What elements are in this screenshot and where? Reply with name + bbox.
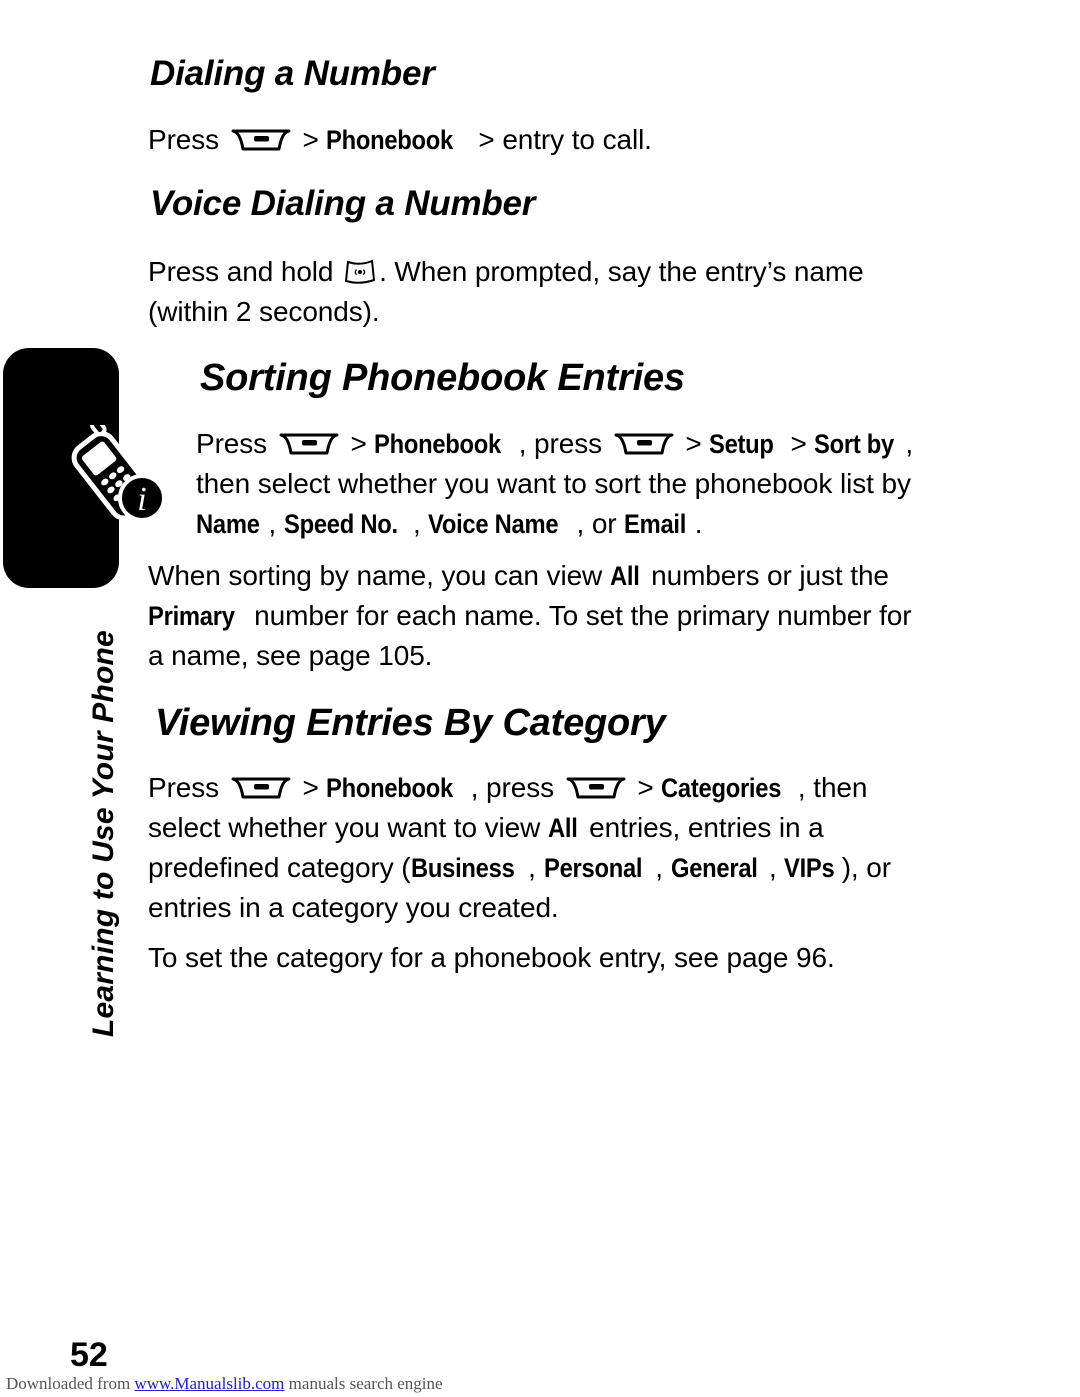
text-run: >: [677, 428, 710, 459]
manualslib-link[interactable]: www.Manualslib.com: [134, 1374, 284, 1393]
text-run: ,: [528, 852, 544, 883]
text-run: , press: [518, 428, 610, 459]
menu-key-icon: [613, 431, 675, 457]
text-run: >: [342, 428, 375, 459]
menu-key-icon: [278, 431, 340, 457]
ui-label-all: All: [547, 813, 578, 843]
ui-label-name: Name: [196, 509, 260, 539]
text-run: >: [294, 124, 327, 155]
text-run: ,: [655, 852, 671, 883]
page-number: 52: [70, 1336, 108, 1374]
ui-label-vips: VIPs: [784, 853, 835, 883]
heading-sorting-phonebook-entries: Sorting Phonebook Entries: [200, 357, 685, 399]
menu-key-icon: [565, 775, 627, 801]
text-run: >: [294, 772, 327, 803]
text-run: Press: [148, 124, 227, 155]
text-run: ,: [268, 508, 284, 539]
text-run: >: [629, 772, 662, 803]
ui-label-sort-by: Sort by: [814, 429, 895, 459]
ui-label-speed-no: Speed No.: [283, 509, 398, 539]
phone-info-icon: i: [62, 425, 172, 525]
heading-viewing-entries-by-category: Viewing Entries By Category: [155, 702, 666, 744]
ui-label-general: General: [670, 853, 758, 883]
ui-label-voice-name: Voice Name: [428, 509, 559, 539]
paragraph-viewing: Press > Phonebook, press > Categories, t…: [148, 768, 938, 928]
text-run: ,: [769, 852, 785, 883]
manual-page: i Learning to Use Your Phone Dialing a N…: [0, 0, 1080, 1397]
text-run: numbers or just the: [643, 560, 889, 591]
ui-label-email: Email: [624, 509, 687, 539]
ui-label-personal: Personal: [543, 853, 643, 883]
text-run: When sorting by name, you can view: [148, 560, 610, 591]
text-run: number for each name. To set the primary…: [148, 600, 912, 671]
text-run: .: [694, 508, 703, 539]
svg-text:i: i: [137, 481, 146, 518]
text-run: Press: [148, 772, 227, 803]
text-run: , press: [470, 772, 562, 803]
paragraph-sorting: Press > Phonebook , press > Setup > Sort …: [196, 424, 936, 544]
paragraph-voice-dialing: Press and hold . When prompted, say the …: [148, 252, 938, 332]
footer-pre-text: Downloaded from: [6, 1374, 135, 1393]
voice-key-icon: [343, 258, 377, 286]
paragraph-dialing: Press > Phonebook > entry to call.: [148, 120, 948, 160]
ui-label-phonebook: Phonebook: [326, 125, 454, 155]
text-run: >: [782, 428, 815, 459]
ui-label-all: All: [609, 561, 640, 591]
text-run: > entry to call.: [470, 124, 652, 155]
menu-key-icon: [230, 775, 292, 801]
text-run: Press and hold: [148, 256, 342, 287]
text-run: , or: [576, 508, 625, 539]
ui-label-setup: Setup: [709, 429, 775, 459]
ui-label-business: Business: [410, 853, 515, 883]
ui-label-phonebook: Phonebook: [326, 773, 454, 803]
menu-key-icon: [230, 127, 292, 153]
footer-post-text: manuals search engine: [284, 1374, 443, 1393]
footer: Downloaded from www.Manualslib.com manua…: [6, 1374, 443, 1394]
text-run: ,: [413, 508, 429, 539]
heading-dialing-a-number: Dialing a Number: [150, 54, 435, 93]
ui-label-primary: Primary: [148, 601, 235, 631]
heading-voice-dialing-a-number: Voice Dialing a Number: [150, 184, 536, 223]
text-run: Press: [196, 428, 275, 459]
paragraph-sorting-primary: When sorting by name, you can view All n…: [148, 556, 918, 676]
ui-label-phonebook: Phonebook: [374, 429, 502, 459]
paragraph-viewing-category-ref: To set the category for a phonebook entr…: [148, 942, 835, 973]
ui-label-categories: Categories: [661, 773, 782, 803]
chapter-title: Learning to Use Your Phone: [87, 630, 120, 1037]
